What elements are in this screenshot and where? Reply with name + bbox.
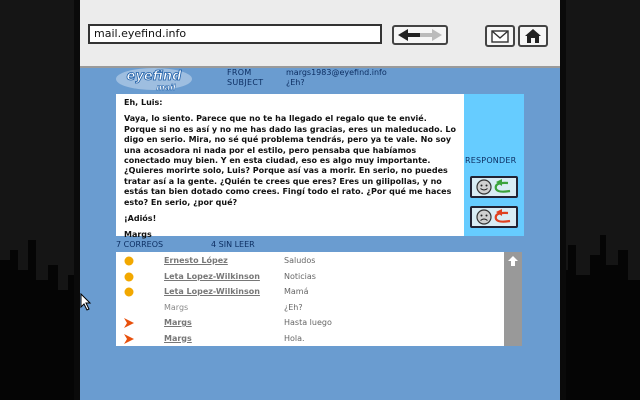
inbox-sender[interactable]: Leta Lopez-Wilkinson: [164, 287, 260, 296]
message-paragraph: Vaya, lo siento. Parece que no te ha lle…: [124, 114, 457, 207]
unread-mail-count: 4 SIN LEER: [211, 240, 255, 249]
city-skyline-right: [560, 235, 640, 400]
inbox-row[interactable]: Leta Lopez-Wilkinson Mamá: [116, 284, 502, 300]
happy-face-reply-icon: [476, 179, 511, 195]
message-closing: ¡Adiós!: [124, 214, 157, 224]
inbox-subject: Hola.: [284, 333, 305, 343]
message-signature: Margs: [124, 230, 152, 240]
message-greeting: Eh, Luis:: [124, 98, 163, 107]
browser-toolbar: mail.eyefind.info: [80, 0, 560, 68]
eyefind-mail-logo: eyefind mail: [116, 68, 192, 92]
inbox-row[interactable]: Margs ¿Eh?: [116, 300, 502, 316]
unread-arrow-icon: [124, 333, 134, 344]
mail-button[interactable]: [485, 25, 515, 47]
home-icon: [525, 29, 541, 43]
inbox-subject: Saludos: [284, 256, 316, 265]
inbox-subject: Noticias: [284, 271, 316, 281]
subject-value: ¿Eh?: [286, 78, 305, 87]
inbox-row[interactable]: Leta Lopez-Wilkinson Noticias: [116, 269, 502, 285]
city-skyline-left: [0, 240, 80, 400]
subject-label: SUBJECT: [227, 78, 264, 87]
inbox-subject: Hasta luego: [284, 318, 332, 327]
svg-text:eyefind: eyefind: [127, 69, 183, 84]
inbox-list: Ernesto López Saludos Leta Lopez-Wilkinson…: [116, 252, 522, 346]
reply-panel: RESPONDER: [464, 94, 524, 236]
from-label: FROM: [227, 68, 252, 77]
back-forward-button[interactable]: [392, 25, 448, 45]
inbox-sender[interactable]: Leta Lopez-Wilkinson: [164, 272, 260, 281]
inbox-sender: Margs: [164, 302, 189, 312]
back-forward-arrow-icon: [398, 29, 442, 41]
inbox-subject: Mamá: [284, 287, 309, 296]
inbox-subject: ¿Eh?: [284, 302, 303, 312]
sad-face-reply-icon: [476, 209, 511, 225]
browser-window: mail.eyefind.info eyefind mail FROM SUBJ…: [80, 0, 560, 400]
svg-text:mail: mail: [156, 83, 175, 92]
mouse-cursor-icon: [80, 293, 92, 311]
reply-label: RESPONDER: [465, 156, 517, 165]
reply-negative-button[interactable]: [470, 206, 518, 228]
no-status-icon: [124, 303, 134, 313]
read-status-dot-icon: [124, 272, 134, 282]
unread-arrow-icon: [124, 318, 134, 328]
envelope-icon: [491, 30, 509, 43]
scroll-up-arrow-icon[interactable]: [507, 255, 519, 267]
inbox-sender[interactable]: Margs: [164, 334, 192, 343]
address-bar[interactable]: mail.eyefind.info: [88, 24, 382, 44]
inbox-sender[interactable]: Ernesto López: [164, 256, 228, 265]
inbox-row[interactable]: Margs Hasta luego: [116, 315, 502, 331]
reply-positive-button[interactable]: [470, 176, 518, 198]
screen-frame-right: [560, 0, 566, 400]
from-value: margs1983@eyefind.info: [286, 68, 387, 77]
read-status-dot-icon: [124, 287, 134, 297]
read-status-dot-icon: [124, 256, 134, 266]
inbox-row[interactable]: Ernesto López Saludos: [116, 253, 502, 269]
inbox-scrollbar[interactable]: [504, 252, 522, 346]
message-body: Eh, Luis: Vaya, lo siento. Parece que no…: [116, 94, 464, 239]
total-mail-count: 7 CORREOS: [116, 240, 164, 249]
home-button[interactable]: [518, 25, 548, 47]
inbox-row[interactable]: Margs Hola.: [116, 331, 502, 347]
inbox-sender[interactable]: Margs: [164, 318, 192, 327]
